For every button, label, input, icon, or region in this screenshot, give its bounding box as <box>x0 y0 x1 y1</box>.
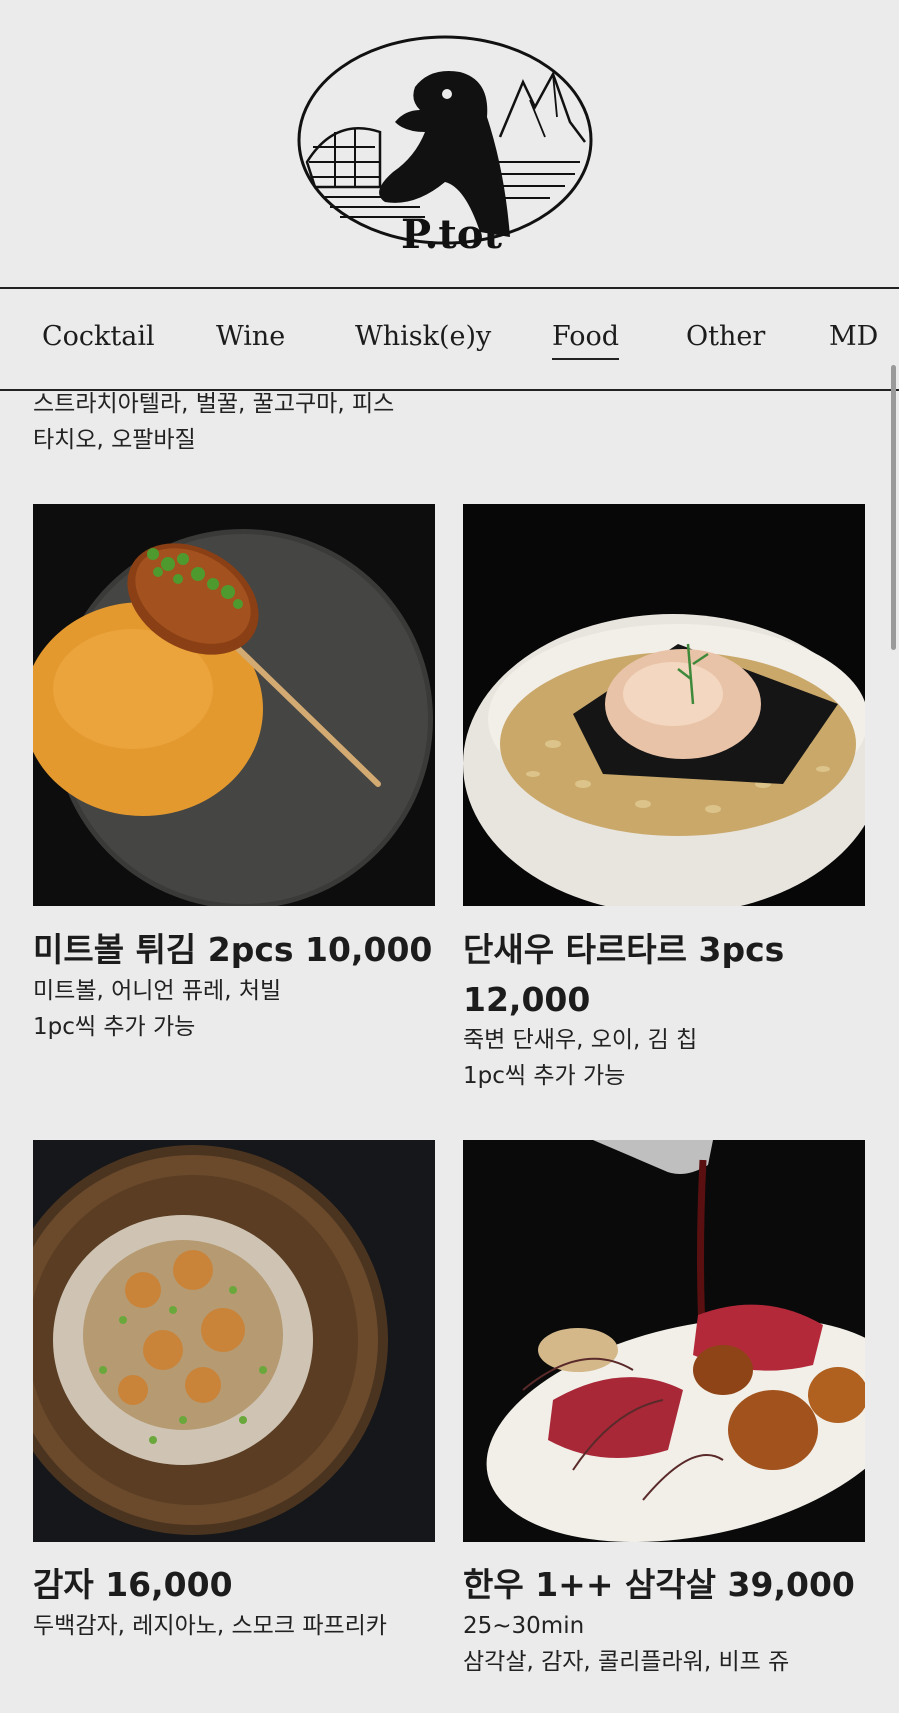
description-line: 스트라치아텔라, 벌꿀, 꿀고구마, 피스 <box>33 391 395 417</box>
tab-other[interactable]: Other <box>686 321 765 352</box>
item-price: 12,000 <box>463 980 591 1019</box>
item-description: 삼각살, 감자, 콜리플라워, 비프 쥬 <box>463 1649 790 1675</box>
item-duration: 25~30min <box>463 1613 585 1639</box>
previous-item-description: 스트라치아텔라, 벌꿀, 꿀고구마, 피스 타치오, 오팔바질 <box>33 386 453 458</box>
tab-wine[interactable]: Wine <box>216 321 285 352</box>
item-title: 한우 1++ 삼각살 39,000 <box>463 1565 855 1604</box>
tab-whiskey[interactable]: Whisk(e)y <box>355 321 491 352</box>
item-title: 미트볼 튀김 2pcs 10,000 <box>33 930 433 969</box>
item-title: 단새우 타르타르 3pcs <box>463 930 785 969</box>
item-description: 죽변 단새우, 오이, 김 칩 <box>463 1027 698 1053</box>
fried-meatball-photo[interactable] <box>33 504 435 906</box>
item-note: 1pc씩 추가 가능 <box>33 1014 196 1040</box>
tab-cocktail[interactable]: Cocktail <box>42 321 155 352</box>
logo-wordmark: P.tot <box>401 211 503 258</box>
brand-logo: P.tot <box>295 22 605 262</box>
shrimp-tartare-photo[interactable] <box>463 504 865 906</box>
item-description: 미트볼, 어니언 퓨레, 처빌 <box>33 978 282 1004</box>
tab-md[interactable]: MD <box>829 321 878 352</box>
description-line: 타치오, 오팔바질 <box>33 427 196 453</box>
scrollbar[interactable] <box>891 365 896 650</box>
category-nav: Cocktail Wine Whisk(e)y Food Other MD <box>0 287 899 391</box>
tab-food[interactable]: Food <box>552 321 620 360</box>
item-title: 감자 16,000 <box>33 1565 233 1604</box>
item-note: 1pc씩 추가 가능 <box>463 1063 626 1089</box>
item-description: 두백감자, 레지아노, 스모크 파프리카 <box>33 1613 387 1639</box>
potato-dish-photo[interactable] <box>33 1140 435 1542</box>
hanwoo-steak-photo[interactable] <box>463 1140 865 1542</box>
